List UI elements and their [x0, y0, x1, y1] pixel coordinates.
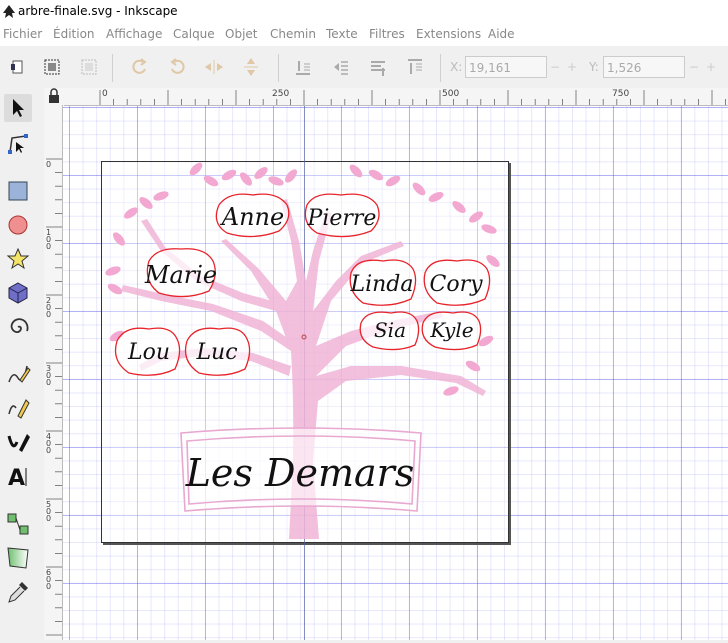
rectangle-icon [8, 181, 28, 201]
3d-box-icon [8, 282, 28, 304]
menu-fichier[interactable]: Fichier [3, 27, 42, 41]
connector-tool[interactable] [4, 510, 32, 538]
y-label: Y: [589, 60, 599, 74]
name-anne: Anne [220, 203, 284, 231]
3d-box-tool[interactable] [4, 279, 32, 307]
calligraphy-icon [7, 434, 30, 452]
ruler-top-label: 500 [442, 89, 460, 99]
menu-edition[interactable]: Édition [53, 27, 95, 41]
menu-bar: Fichier Édition Affichage Calque Objet C… [0, 24, 728, 46]
toolbar-separator [112, 54, 113, 82]
guide-lock[interactable] [44, 88, 64, 105]
gradient-icon [7, 547, 29, 569]
y-increment-button[interactable]: + [706, 60, 716, 74]
calligraphy-tool[interactable] [4, 428, 32, 456]
dropper-icon [8, 582, 28, 603]
name-sia: Sia [374, 318, 406, 342]
gradient-tool[interactable] [4, 544, 32, 572]
vertical-ruler[interactable]: 0 100 200 300 400 500 600 [44, 105, 63, 640]
pen-icon [8, 399, 30, 419]
star-icon [6, 247, 30, 270]
pen-tool[interactable] [4, 394, 32, 422]
deselect-icon[interactable] [78, 56, 100, 78]
toolbar-separator [278, 54, 279, 82]
node-edit-icon [8, 134, 28, 154]
menu-filtres[interactable]: Filtres [369, 27, 405, 41]
rotate-cw-icon[interactable] [166, 56, 188, 78]
tool-controls-bar: X: 19,161 − + Y: 1,526 − + [0, 46, 728, 88]
flip-horizontal-icon[interactable] [203, 56, 225, 78]
menu-chemin[interactable]: Chemin [270, 27, 316, 41]
ruler-left-label: 500 [46, 500, 52, 523]
select-all-layers-icon[interactable] [41, 56, 63, 78]
y-decrement-button[interactable]: − [689, 60, 699, 74]
menu-aide[interactable]: Aide [488, 27, 515, 41]
flip-vertical-icon[interactable] [240, 56, 262, 78]
name-linda: Linda [349, 272, 413, 297]
name-cory: Cory [429, 272, 483, 297]
ruler-left-label: 400 [46, 432, 52, 455]
inkscape-logo-icon [3, 5, 15, 18]
pencil-icon [8, 365, 31, 383]
window-title: arbre-finale.svg - Inkscape [18, 4, 178, 18]
dropper-tool[interactable] [4, 578, 32, 606]
drawing-canvas[interactable]: Anne Pierre Marie Linda Cory Lou Luc Sia… [63, 106, 728, 640]
menu-calque[interactable]: Calque [173, 27, 215, 41]
toolbar-separator [440, 54, 441, 82]
menu-objet[interactable]: Objet [225, 27, 257, 41]
ruler-left-label: 300 [46, 364, 52, 387]
rotate-ccw-icon[interactable] [129, 56, 151, 78]
title-bar: arbre-finale.svg - Inkscape [0, 0, 728, 24]
ruler-left-label: 0 [46, 160, 52, 169]
connector-icon [7, 513, 29, 535]
name-kyle: Kyle [429, 318, 473, 342]
name-pierre: Pierre [307, 206, 377, 231]
name-luc: Luc [195, 340, 237, 365]
x-increment-button[interactable]: + [567, 60, 577, 74]
ruler-left-label: 200 [46, 296, 52, 319]
ruler-top-label: 0 [102, 89, 108, 99]
menu-extensions[interactable]: Extensions [416, 27, 481, 41]
selector-tool[interactable] [4, 94, 32, 122]
lower-to-bottom-icon[interactable] [292, 56, 314, 78]
x-coordinate-input[interactable]: 19,161 [465, 56, 547, 78]
select-all-icon[interactable] [6, 56, 28, 78]
text-tool[interactable]: A [4, 462, 32, 491]
menu-texte[interactable]: Texte [326, 27, 358, 41]
lower-icon[interactable] [330, 56, 352, 78]
x-label: X: [450, 60, 463, 74]
spiral-tool[interactable] [4, 313, 32, 341]
svg-text:A: A [8, 466, 25, 490]
horizontal-ruler[interactable]: 0 250 500 750 [64, 88, 728, 106]
node-tool[interactable] [4, 130, 32, 158]
circle-icon [8, 215, 28, 235]
lock-icon [49, 88, 59, 103]
family-tree-artwork[interactable]: Anne Pierre Marie Linda Cory Lou Luc Sia… [101, 161, 507, 541]
text-icon: A [8, 466, 27, 491]
toolbox: A [0, 88, 36, 640]
name-lou: Lou [127, 340, 170, 365]
ruler-top-label: 250 [272, 89, 290, 99]
circle-tool[interactable] [4, 211, 32, 239]
ruler-top-label: 750 [612, 89, 630, 99]
x-decrement-button[interactable]: − [550, 60, 560, 74]
raise-icon[interactable] [367, 56, 389, 78]
y-coordinate-input[interactable]: 1,526 [603, 56, 685, 78]
ruler-left-label: 600 [46, 568, 52, 591]
family-title: Les Demars [185, 451, 415, 495]
pencil-tool[interactable] [4, 360, 32, 388]
arrow-pointer-icon [13, 99, 24, 117]
rectangle-tool[interactable] [4, 177, 32, 205]
ruler-left-label: 100 [46, 228, 52, 251]
menu-affichage[interactable]: Affichage [106, 27, 162, 41]
star-tool[interactable] [4, 245, 32, 273]
spiral-icon [10, 318, 29, 333]
name-marie: Marie [144, 261, 217, 289]
raise-to-top-icon[interactable] [404, 56, 426, 78]
